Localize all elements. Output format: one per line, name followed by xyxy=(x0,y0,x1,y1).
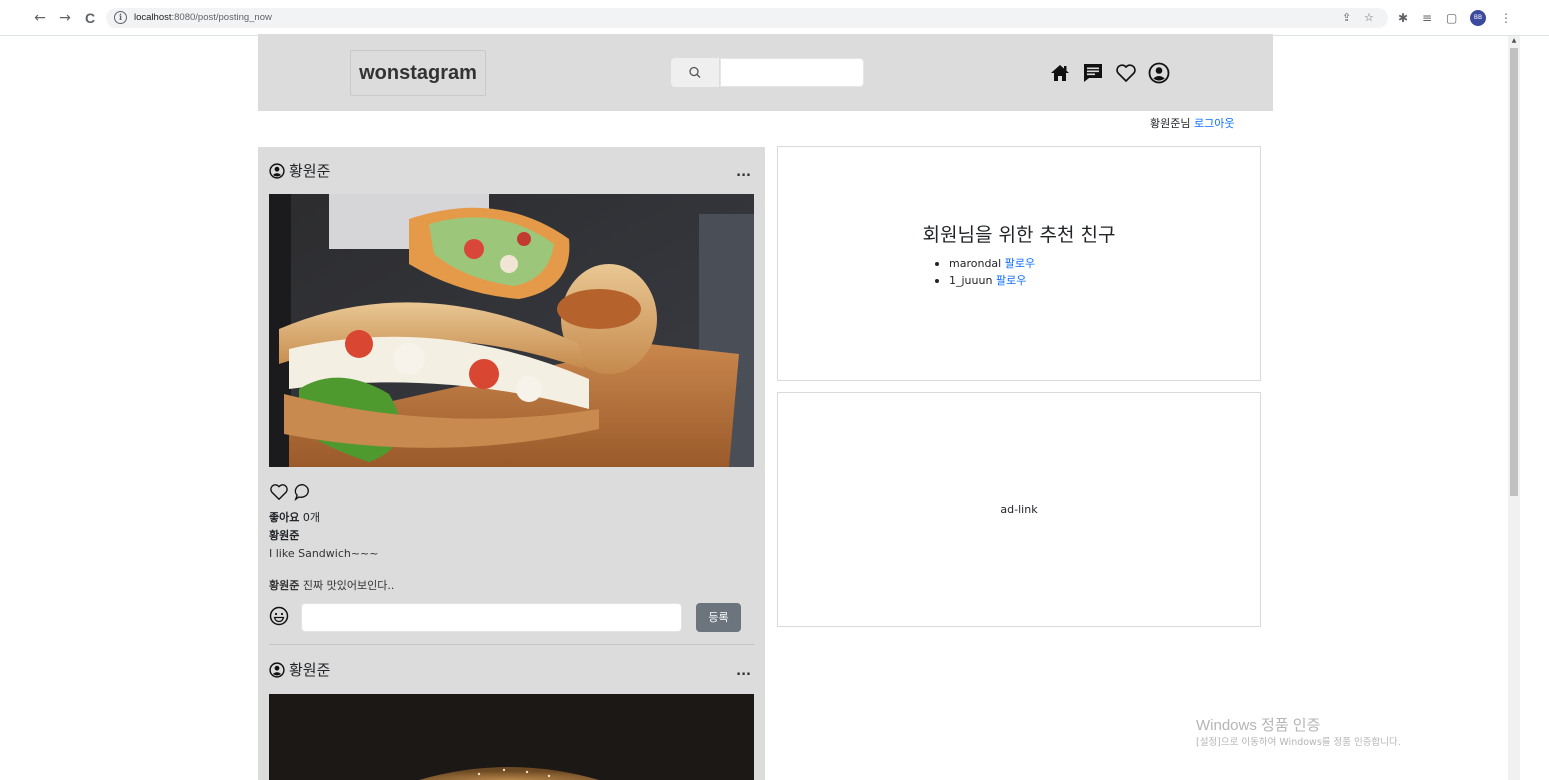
windows-activation-watermark: Windows 정품 인증 [설정]으로 이동하여 Windows를 정품 인증… xyxy=(1196,716,1401,750)
reading-list-icon[interactable]: ≡ xyxy=(1422,10,1432,26)
message-icon[interactable] xyxy=(1081,62,1104,85)
scrollbar-thumb[interactable] xyxy=(1510,48,1518,496)
address-url[interactable]: localhost:8080/post/posting_now xyxy=(134,11,272,25)
watermark-title: Windows 정품 인증 xyxy=(1196,717,1321,734)
post-header: 황원준 xyxy=(269,159,330,183)
home-icon[interactable] xyxy=(1048,62,1071,85)
watermark-subtitle: [설정]으로 이동하여 Windows를 정품 인증합니다. xyxy=(1196,737,1401,748)
comment-text: 진짜 맛있어보인다.. xyxy=(302,579,395,592)
recommend-username[interactable]: 1_juuun xyxy=(949,274,992,287)
user-avatar-icon xyxy=(269,163,285,179)
share-icon[interactable]: ⇪ xyxy=(1342,10,1351,26)
list-item: marondal 팔로우 xyxy=(935,255,1035,272)
post-image xyxy=(269,694,754,780)
post-username[interactable]: 황원준 xyxy=(289,660,330,680)
greeting-text: 황원준님 xyxy=(1150,117,1191,130)
like-count: 좋아요 0개 xyxy=(269,511,320,524)
browser-toolbar: ← → C i localhost:8080/post/posting_now … xyxy=(0,0,1549,36)
post-username[interactable]: 황원준 xyxy=(289,161,330,181)
comment-submit-button[interactable]: 등록 xyxy=(696,603,741,632)
session-greeting: 황원준님 로그아웃 xyxy=(1150,116,1234,132)
site-header: wonstagram xyxy=(258,34,1273,111)
side-panel-icon[interactable]: ▢ xyxy=(1446,10,1457,26)
like-heart-icon[interactable] xyxy=(269,482,289,502)
post-more-button[interactable]: ... xyxy=(736,665,751,678)
recommend-username[interactable]: marondal xyxy=(949,257,1001,270)
reload-button[interactable]: C xyxy=(82,10,98,26)
ad-card: ad-link xyxy=(777,392,1261,627)
back-button[interactable]: ← xyxy=(32,10,48,26)
post-caption: I like Sandwich~~~ xyxy=(269,547,379,560)
recommend-list: marondal 팔로우 1_juuun 팔로우 xyxy=(935,255,1035,289)
recommend-card: 회원님을 위한 추천 친구 marondal 팔로우 1_juuun 팔로우 xyxy=(777,146,1261,381)
post-header: 황원준 xyxy=(269,658,330,682)
search-button[interactable] xyxy=(671,58,719,87)
recommend-title: 회원님을 위한 추천 친구 xyxy=(922,224,1116,246)
logout-link[interactable]: 로그아웃 xyxy=(1194,117,1234,130)
address-bar[interactable]: i localhost:8080/post/posting_now ⇪ ☆ xyxy=(106,8,1388,28)
profile-icon[interactable] xyxy=(1147,62,1170,85)
emoji-icon[interactable] xyxy=(268,605,290,627)
follow-link[interactable]: 팔로우 xyxy=(996,274,1026,287)
search-input[interactable] xyxy=(720,58,864,87)
post-image xyxy=(269,194,754,467)
post-author[interactable]: 황원준 xyxy=(269,529,299,543)
post-more-button[interactable]: ... xyxy=(736,166,751,179)
heart-icon[interactable] xyxy=(1114,62,1137,85)
extensions-icon[interactable]: ✱ xyxy=(1398,10,1408,26)
post-actions xyxy=(269,482,313,502)
comment-bubble-icon[interactable] xyxy=(293,482,313,502)
search-icon xyxy=(689,66,701,78)
search-bar xyxy=(671,58,864,87)
site-logo[interactable]: wonstagram xyxy=(350,50,486,96)
comment-author[interactable]: 황원준 xyxy=(269,579,299,592)
post-divider xyxy=(269,644,754,645)
user-avatar-icon xyxy=(269,662,285,678)
comment-input[interactable] xyxy=(301,603,682,632)
bookmark-star-icon[interactable]: ☆ xyxy=(1364,10,1374,26)
list-item: 1_juuun 팔로우 xyxy=(935,272,1035,289)
header-nav xyxy=(1048,61,1170,85)
feed-column: 황원준 ... 좋아요 0개 황원준 I like Sandwich~~~ 황원… xyxy=(258,147,765,780)
site-info-icon[interactable]: i xyxy=(114,11,127,24)
follow-link[interactable]: 팔로우 xyxy=(1005,257,1035,270)
browser-menu-icon[interactable]: ⋮ xyxy=(1500,10,1512,26)
comment-item: 황원준 진짜 맛있어보인다.. xyxy=(269,579,394,593)
browser-profile-avatar[interactable]: BB xyxy=(1470,10,1486,26)
ad-link[interactable]: ad-link xyxy=(778,503,1260,517)
scroll-up-arrow[interactable]: ▲ xyxy=(1510,37,1518,45)
forward-button[interactable]: → xyxy=(57,10,73,26)
